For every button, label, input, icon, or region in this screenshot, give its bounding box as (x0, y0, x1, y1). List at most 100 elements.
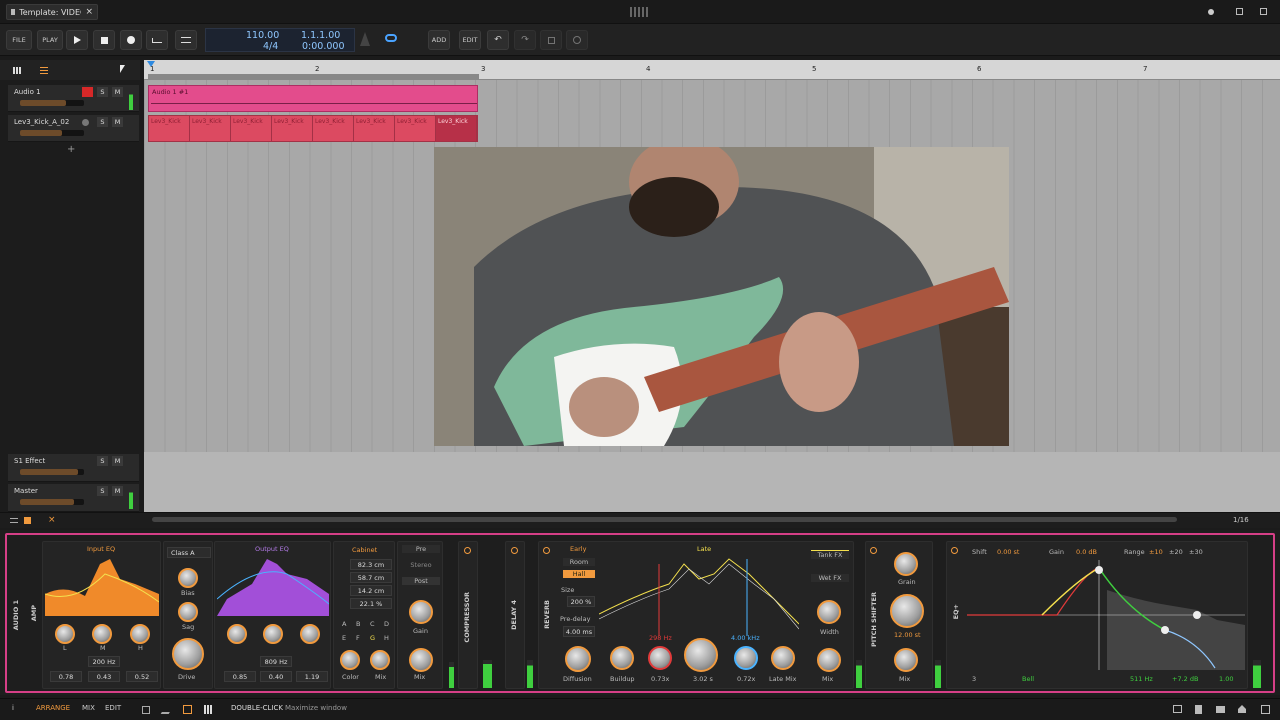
automation-button[interactable] (146, 30, 168, 50)
mute-button[interactable]: M (112, 486, 123, 496)
decay-value[interactable]: 3.02 s (693, 675, 713, 683)
buildup-knob[interactable] (610, 646, 634, 670)
grid-view-icon[interactable] (13, 67, 21, 74)
output-mid-knob[interactable] (263, 624, 283, 644)
loop-range[interactable] (148, 74, 479, 80)
solo-button[interactable]: S (97, 87, 108, 97)
kick-clip-group[interactable]: Lev3_Kick Lev3_Kick Lev3_Kick Lev3_Kick … (148, 115, 478, 142)
dot-icon[interactable] (1208, 9, 1214, 15)
color-knob[interactable] (340, 650, 360, 670)
metronome-icon[interactable] (360, 32, 370, 46)
pitch-knob[interactable] (890, 594, 924, 628)
output-mid-value[interactable]: 0.40 (260, 671, 292, 682)
document-tab[interactable]: Template: VIDEO * × (6, 4, 98, 20)
close-tab-icon[interactable]: × (85, 7, 93, 17)
video-player[interactable] (434, 147, 1009, 446)
bias-knob[interactable] (178, 568, 198, 588)
folder-icon[interactable] (1216, 706, 1225, 713)
drive-knob[interactable] (172, 638, 204, 670)
stop-button[interactable] (93, 30, 115, 50)
overdub-button[interactable] (175, 30, 197, 50)
grid-value[interactable]: 1/16 (1233, 516, 1249, 524)
pointer-tool-icon[interactable] (120, 65, 125, 73)
horizontal-scrollbar[interactable] (152, 517, 1177, 522)
undo-button[interactable]: ↶ (487, 30, 509, 50)
info-icon[interactable]: i (12, 704, 14, 712)
amp-class-select[interactable]: Class A (167, 547, 211, 558)
cab-letter-f[interactable]: F (356, 634, 360, 642)
record-button[interactable] (120, 30, 142, 50)
post-button[interactable]: Post (402, 577, 440, 585)
size-value[interactable]: 200 % (567, 596, 595, 607)
kick-clip[interactable]: Lev3_Kick (231, 116, 272, 141)
power-icon[interactable] (951, 547, 958, 554)
grip-icon[interactable] (630, 7, 650, 17)
band-freq[interactable]: 511 Hz (1130, 675, 1153, 683)
track-master[interactable]: Master S M (8, 484, 139, 512)
kick-clip[interactable]: Lev3_Kick (354, 116, 395, 141)
browser-icon[interactable] (183, 705, 192, 714)
volume-fader[interactable] (20, 469, 84, 475)
input-high-knob[interactable] (130, 624, 150, 644)
time-signature[interactable]: 4/4 (263, 41, 278, 52)
zoom-icon[interactable] (10, 518, 18, 523)
kick-clip-selected[interactable]: Lev3_Kick (436, 116, 477, 141)
copy-button[interactable] (540, 30, 562, 50)
input-low-knob[interactable] (55, 624, 75, 644)
mix-tab[interactable]: MIX (82, 704, 95, 712)
list-view-icon[interactable] (40, 67, 48, 74)
play-button[interactable] (66, 30, 88, 50)
cab-mix-knob[interactable] (370, 650, 390, 670)
eq-panel[interactable]: EQ+ Shift 0.00 st Gain 0.0 dB Range ±10 … (946, 541, 1248, 689)
room-button[interactable]: Room (563, 558, 595, 566)
mute-button[interactable]: M (112, 456, 123, 466)
input-eq-graph[interactable] (45, 554, 159, 616)
cab-letter-g[interactable]: G (370, 634, 375, 642)
grain-knob[interactable] (894, 552, 918, 576)
track-name[interactable]: S1 Effect (14, 457, 45, 465)
input-freq-value[interactable]: 200 Hz (88, 656, 120, 667)
tank-fx-button[interactable]: Tank FX (811, 550, 849, 559)
gain-value[interactable]: 0.0 dB (1076, 548, 1097, 556)
cabinet-value-3[interactable]: 14.2 cm (350, 585, 392, 596)
reverb-panel[interactable]: REVERB Early Room Hall Size 200 % Pre-de… (538, 541, 854, 689)
close-icon[interactable]: × (48, 515, 56, 525)
amp-output-eq-panel[interactable]: Output EQ 809 Hz 0.85 0.40 1.19 (214, 541, 331, 689)
compressor-panel[interactable]: COMPRESSOR (458, 541, 478, 689)
output-freq-value[interactable]: 809 Hz (260, 656, 292, 667)
loop-icon[interactable] (385, 34, 397, 42)
power-icon[interactable] (870, 547, 877, 554)
redo-button[interactable]: ↷ (514, 30, 536, 50)
low-freq-value[interactable]: 298 Hz (649, 634, 672, 642)
pitch-value[interactable]: 12.00 st (894, 631, 921, 639)
kick-clip[interactable]: Lev3_Kick (313, 116, 354, 141)
input-high-value[interactable]: 0.52 (126, 671, 158, 682)
range-10-button[interactable]: ±10 (1149, 548, 1163, 556)
arrange-tab[interactable]: ARRANGE (36, 704, 70, 712)
kick-clip[interactable]: Lev3_Kick (149, 116, 190, 141)
power-icon[interactable] (543, 547, 550, 554)
file-button[interactable]: FILE (6, 30, 32, 50)
bar-position[interactable]: 1.1.1.00 (301, 30, 340, 41)
shift-value[interactable]: 0.00 st (997, 548, 1019, 556)
time-position[interactable]: 0:00.000 (302, 41, 345, 52)
cab-letter-d[interactable]: D (384, 620, 389, 628)
high-decay-value[interactable]: 0.72x (737, 675, 755, 683)
output-high-value[interactable]: 1.19 (296, 671, 328, 682)
volume-fader[interactable] (20, 100, 84, 106)
solo-button[interactable]: S (97, 456, 108, 466)
gain-knob[interactable] (409, 600, 433, 624)
stereo-button[interactable]: Stereo (402, 561, 440, 569)
mute-button[interactable]: M (112, 117, 123, 127)
play-menu-button[interactable]: PLAY (37, 30, 63, 50)
hall-button[interactable]: Hall (563, 570, 595, 578)
low-decay-knob[interactable] (648, 646, 672, 670)
cabinet-value-1[interactable]: 82.3 cm (350, 559, 392, 570)
inspector-icon[interactable] (1173, 705, 1182, 713)
kick-clip[interactable]: Lev3_Kick (395, 116, 436, 141)
cab-letter-a[interactable]: A (342, 620, 346, 628)
power-icon[interactable] (511, 547, 518, 554)
pencil-icon[interactable] (160, 706, 174, 714)
high-freq-value[interactable]: 4.00 kHz (731, 634, 760, 642)
wet-fx-button[interactable]: Wet FX (811, 574, 849, 582)
